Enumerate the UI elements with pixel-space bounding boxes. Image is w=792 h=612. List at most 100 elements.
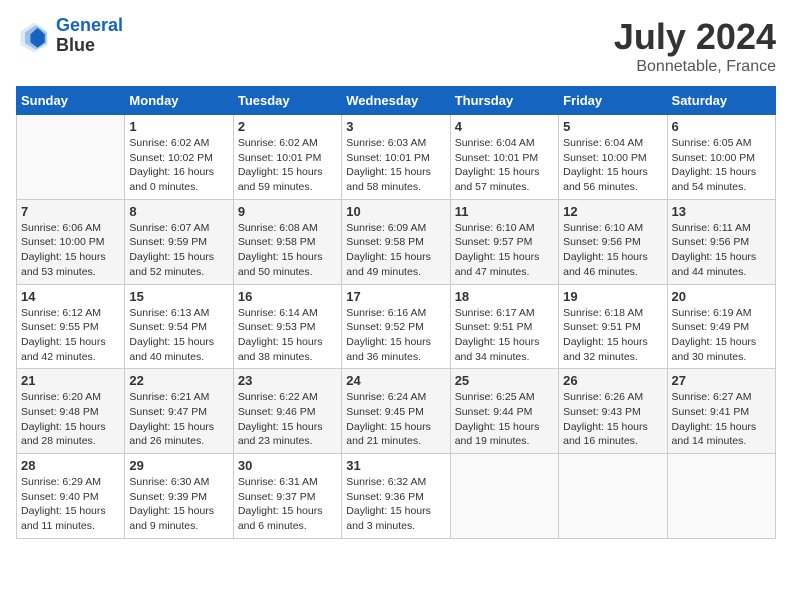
calendar-cell: 27 Sunrise: 6:27 AMSunset: 9:41 PMDayligh…: [667, 369, 775, 454]
calendar-body: 1 Sunrise: 6:02 AMSunset: 10:02 PMDayligh…: [17, 115, 776, 539]
calendar-header-row: SundayMondayTuesdayWednesdayThursdayFrid…: [17, 87, 776, 115]
day-header-friday: Friday: [559, 87, 667, 115]
calendar-cell: 15 Sunrise: 6:13 AMSunset: 9:54 PMDayligh…: [125, 284, 233, 369]
calendar-cell: 30Sunrise: 6:31 AMSunset: 9:37 PMDayligh…: [233, 454, 341, 539]
day-info: Sunrise: 6:10 AMSunset: 9:57 PMDaylight:…: [455, 221, 554, 280]
title-block: July 2024 Bonnetable, France: [614, 16, 776, 76]
day-number: 1: [129, 119, 228, 134]
day-info: Sunrise: 6:13 AMSunset: 9:54 PMDaylight:…: [129, 306, 228, 365]
day-info: Sunrise: 6:12 AMSunset: 9:55 PMDaylight:…: [21, 306, 120, 365]
day-number: 27: [672, 373, 771, 388]
day-number: 20: [672, 289, 771, 304]
calendar-cell: [559, 454, 667, 539]
calendar-cell: 3Sunrise: 6:03 AMSunset: 10:01 PMDayligh…: [342, 115, 450, 200]
day-info: Sunrise: 6:27 AMSunset: 9:41 PMDaylight:…: [672, 390, 771, 449]
day-info: Sunrise: 6:30 AMSunset: 9:39 PMDaylight:…: [129, 475, 228, 534]
day-number: 26: [563, 373, 662, 388]
calendar-cell: 5 Sunrise: 6:04 AMSunset: 10:00 PMDayligh…: [559, 115, 667, 200]
day-number: 19: [563, 289, 662, 304]
day-number: 18: [455, 289, 554, 304]
calendar-cell: 21Sunrise: 6:20 AMSunset: 9:48 PMDayligh…: [17, 369, 125, 454]
calendar-cell: 6 Sunrise: 6:05 AMSunset: 10:00 PMDayligh…: [667, 115, 775, 200]
day-info: Sunrise: 6:14 AMSunset: 9:53 PMDaylight:…: [238, 306, 337, 365]
calendar-cell: 9 Sunrise: 6:08 AMSunset: 9:58 PMDaylight…: [233, 199, 341, 284]
calendar-cell: [450, 454, 558, 539]
calendar-cell: 23 Sunrise: 6:22 AMSunset: 9:46 PMDayligh…: [233, 369, 341, 454]
day-info: Sunrise: 6:21 AMSunset: 9:47 PMDaylight:…: [129, 390, 228, 449]
day-info: Sunrise: 6:26 AMSunset: 9:43 PMDaylight:…: [563, 390, 662, 449]
calendar-cell: 16 Sunrise: 6:14 AMSunset: 9:53 PMDayligh…: [233, 284, 341, 369]
day-number: 31: [346, 458, 445, 473]
calendar-cell: 26 Sunrise: 6:26 AMSunset: 9:43 PMDayligh…: [559, 369, 667, 454]
day-number: 13: [672, 204, 771, 219]
day-number: 15: [129, 289, 228, 304]
day-info: Sunrise: 6:29 AMSunset: 9:40 PMDaylight:…: [21, 475, 120, 534]
calendar-table: SundayMondayTuesdayWednesdayThursdayFrid…: [16, 86, 776, 539]
day-number: 7: [21, 204, 120, 219]
day-info: Sunrise: 6:09 AMSunset: 9:58 PMDaylight:…: [346, 221, 445, 280]
day-info: Sunrise: 6:05 AMSunset: 10:00 PMDaylight…: [672, 136, 771, 195]
calendar-cell: 25Sunrise: 6:25 AMSunset: 9:44 PMDayligh…: [450, 369, 558, 454]
day-info: Sunrise: 6:04 AMSunset: 10:00 PMDaylight…: [563, 136, 662, 195]
day-info: Sunrise: 6:07 AMSunset: 9:59 PMDaylight:…: [129, 221, 228, 280]
calendar-cell: 22 Sunrise: 6:21 AMSunset: 9:47 PMDayligh…: [125, 369, 233, 454]
day-header-monday: Monday: [125, 87, 233, 115]
calendar-week-row: 7 Sunrise: 6:06 AMSunset: 10:00 PMDayligh…: [17, 199, 776, 284]
day-info: Sunrise: 6:18 AMSunset: 9:51 PMDaylight:…: [563, 306, 662, 365]
month-title: July 2024: [614, 16, 776, 58]
calendar-cell: 7 Sunrise: 6:06 AMSunset: 10:00 PMDayligh…: [17, 199, 125, 284]
day-info: Sunrise: 6:06 AMSunset: 10:00 PMDaylight…: [21, 221, 120, 280]
day-info: Sunrise: 6:02 AMSunset: 10:01 PMDaylight…: [238, 136, 337, 195]
day-number: 10: [346, 204, 445, 219]
calendar-cell: 4Sunrise: 6:04 AMSunset: 10:01 PMDayligh…: [450, 115, 558, 200]
day-number: 29: [129, 458, 228, 473]
calendar-week-row: 21Sunrise: 6:20 AMSunset: 9:48 PMDayligh…: [17, 369, 776, 454]
calendar-week-row: 1 Sunrise: 6:02 AMSunset: 10:02 PMDayligh…: [17, 115, 776, 200]
location-title: Bonnetable, France: [614, 58, 776, 76]
calendar-cell: 10 Sunrise: 6:09 AMSunset: 9:58 PMDayligh…: [342, 199, 450, 284]
day-info: Sunrise: 6:11 AMSunset: 9:56 PMDaylight:…: [672, 221, 771, 280]
header: General Blue July 2024 Bonnetable, Franc…: [16, 16, 776, 76]
day-number: 14: [21, 289, 120, 304]
day-info: Sunrise: 6:03 AMSunset: 10:01 PMDaylight…: [346, 136, 445, 195]
calendar-cell: [667, 454, 775, 539]
calendar-cell: 14 Sunrise: 6:12 AMSunset: 9:55 PMDayligh…: [17, 284, 125, 369]
day-number: 28: [21, 458, 120, 473]
calendar-week-row: 14 Sunrise: 6:12 AMSunset: 9:55 PMDayligh…: [17, 284, 776, 369]
day-number: 24: [346, 373, 445, 388]
day-number: 2: [238, 119, 337, 134]
day-info: Sunrise: 6:22 AMSunset: 9:46 PMDaylight:…: [238, 390, 337, 449]
logo-icon: [16, 18, 52, 54]
day-number: 12: [563, 204, 662, 219]
day-number: 17: [346, 289, 445, 304]
day-number: 22: [129, 373, 228, 388]
day-header-thursday: Thursday: [450, 87, 558, 115]
day-info: Sunrise: 6:31 AMSunset: 9:37 PMDaylight:…: [238, 475, 337, 534]
day-number: 8: [129, 204, 228, 219]
day-info: Sunrise: 6:25 AMSunset: 9:44 PMDaylight:…: [455, 390, 554, 449]
day-number: 6: [672, 119, 771, 134]
calendar-cell: 8 Sunrise: 6:07 AMSunset: 9:59 PMDaylight…: [125, 199, 233, 284]
calendar-cell: 13 Sunrise: 6:11 AMSunset: 9:56 PMDayligh…: [667, 199, 775, 284]
calendar-cell: 1 Sunrise: 6:02 AMSunset: 10:02 PMDayligh…: [125, 115, 233, 200]
day-info: Sunrise: 6:19 AMSunset: 9:49 PMDaylight:…: [672, 306, 771, 365]
day-number: 16: [238, 289, 337, 304]
day-header-wednesday: Wednesday: [342, 87, 450, 115]
day-number: 11: [455, 204, 554, 219]
calendar-cell: 17Sunrise: 6:16 AMSunset: 9:52 PMDayligh…: [342, 284, 450, 369]
day-number: 9: [238, 204, 337, 219]
day-header-saturday: Saturday: [667, 87, 775, 115]
day-info: Sunrise: 6:02 AMSunset: 10:02 PMDaylight…: [129, 136, 228, 195]
calendar-week-row: 28 Sunrise: 6:29 AMSunset: 9:40 PMDayligh…: [17, 454, 776, 539]
day-number: 23: [238, 373, 337, 388]
day-info: Sunrise: 6:08 AMSunset: 9:58 PMDaylight:…: [238, 221, 337, 280]
calendar-cell: [17, 115, 125, 200]
logo-text: General Blue: [56, 16, 123, 56]
day-number: 4: [455, 119, 554, 134]
calendar-cell: 18Sunrise: 6:17 AMSunset: 9:51 PMDayligh…: [450, 284, 558, 369]
day-info: Sunrise: 6:10 AMSunset: 9:56 PMDaylight:…: [563, 221, 662, 280]
day-number: 5: [563, 119, 662, 134]
day-header-sunday: Sunday: [17, 87, 125, 115]
day-info: Sunrise: 6:24 AMSunset: 9:45 PMDaylight:…: [346, 390, 445, 449]
logo: General Blue: [16, 16, 123, 56]
